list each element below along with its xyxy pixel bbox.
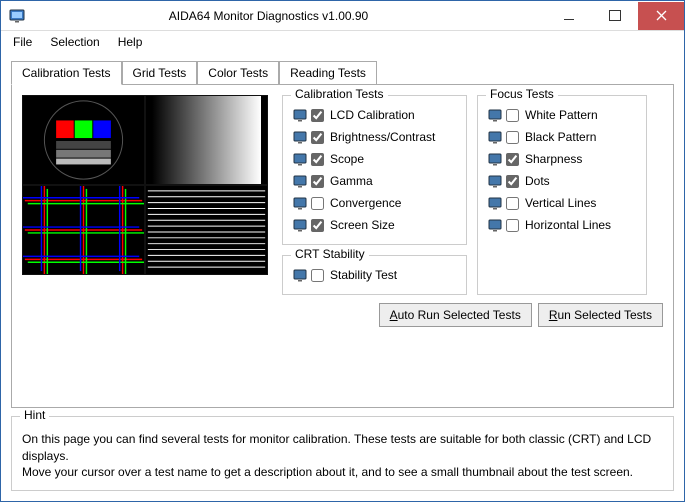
test-sharpness: Sharpness xyxy=(488,148,636,170)
test-scope: Scope xyxy=(293,148,456,170)
monitor-icon xyxy=(293,269,307,282)
group-label: Focus Tests xyxy=(486,87,558,101)
menu-help[interactable]: Help xyxy=(110,33,151,51)
group-label: Calibration Tests xyxy=(291,87,388,101)
checkbox-white-pattern[interactable] xyxy=(506,109,519,122)
monitor-icon xyxy=(293,219,307,232)
app-window: AIDA64 Monitor Diagnostics v1.00.90 File… xyxy=(0,0,685,502)
monitor-icon xyxy=(488,175,502,188)
test-vertical-lines: Vertical Lines xyxy=(488,192,636,214)
test-convergence: Convergence xyxy=(293,192,456,214)
monitor-icon xyxy=(293,153,307,166)
label-stability: Stability Test xyxy=(330,268,397,282)
test-screen-size: Screen Size xyxy=(293,214,456,236)
label-convergence: Convergence xyxy=(330,196,401,210)
monitor-icon xyxy=(488,219,502,232)
checkbox-vertical-lines[interactable] xyxy=(506,197,519,210)
close-button[interactable] xyxy=(638,2,684,30)
tab-grid[interactable]: Grid Tests xyxy=(122,61,198,84)
test-dots: Dots xyxy=(488,170,636,192)
checkbox-convergence[interactable] xyxy=(311,197,324,210)
checkbox-black-pattern[interactable] xyxy=(506,131,519,144)
window-controls xyxy=(546,2,684,30)
checkbox-screen-size[interactable] xyxy=(311,219,324,232)
checkbox-dots[interactable] xyxy=(506,175,519,188)
tab-pane-calibration: Calibration Tests LCD Calibration Bright… xyxy=(11,84,674,408)
thumb-lines xyxy=(145,185,268,275)
label-lcd-calibration: LCD Calibration xyxy=(330,108,415,122)
hint-line2: Move your cursor over a test name to get… xyxy=(22,464,663,480)
group-crt-stability: CRT Stability Stability Test xyxy=(282,255,467,295)
thumb-convergence xyxy=(22,185,145,275)
minimize-button[interactable] xyxy=(546,2,592,30)
preview-thumbnails xyxy=(22,95,268,275)
monitor-icon xyxy=(488,197,502,210)
hint-text: On this page you can find several tests … xyxy=(22,431,663,480)
group-calibration-tests: Calibration Tests LCD Calibration Bright… xyxy=(282,95,467,245)
checkbox-horizontal-lines[interactable] xyxy=(506,219,519,232)
label-horizontal-lines: Horizontal Lines xyxy=(525,218,611,232)
monitor-icon xyxy=(488,131,502,144)
label-screen-size: Screen Size xyxy=(330,218,395,232)
test-lcd-calibration: LCD Calibration xyxy=(293,104,456,126)
auto-run-button[interactable]: Auto Run Selected Tests xyxy=(379,303,532,327)
maximize-button[interactable] xyxy=(592,2,638,30)
tab-calibration[interactable]: Calibration Tests xyxy=(11,61,122,85)
label-sharpness: Sharpness xyxy=(525,152,582,166)
test-brightness-contrast: Brightness/Contrast xyxy=(293,126,456,148)
run-button[interactable]: Run Selected Tests xyxy=(538,303,663,327)
group-focus-tests: Focus Tests White Pattern Black Pattern xyxy=(477,95,647,295)
checkbox-scope[interactable] xyxy=(311,153,324,166)
button-row: Auto Run Selected Tests Run Selected Tes… xyxy=(22,303,663,327)
monitor-icon xyxy=(293,197,307,210)
test-horizontal-lines: Horizontal Lines xyxy=(488,214,636,236)
monitor-icon xyxy=(293,131,307,144)
checkbox-lcd-calibration[interactable] xyxy=(311,109,324,122)
window-title: AIDA64 Monitor Diagnostics v1.00.90 xyxy=(31,9,546,23)
group-label: CRT Stability xyxy=(291,247,369,261)
menu-selection[interactable]: Selection xyxy=(42,33,107,51)
client-area: Calibration Tests Grid Tests Color Tests… xyxy=(1,53,684,501)
monitor-icon xyxy=(293,109,307,122)
tab-color[interactable]: Color Tests xyxy=(197,61,279,84)
titlebar: AIDA64 Monitor Diagnostics v1.00.90 xyxy=(1,1,684,31)
label-white-pattern: White Pattern xyxy=(525,108,598,122)
checkbox-sharpness[interactable] xyxy=(506,153,519,166)
hint-heading: Hint xyxy=(20,408,49,422)
label-vertical-lines: Vertical Lines xyxy=(525,196,596,210)
monitor-icon xyxy=(293,175,307,188)
test-gamma: Gamma xyxy=(293,170,456,192)
tab-strip: Calibration Tests Grid Tests Color Tests… xyxy=(11,61,674,84)
app-icon xyxy=(9,8,25,24)
monitor-icon xyxy=(488,109,502,122)
label-brightness-contrast: Brightness/Contrast xyxy=(330,130,435,144)
hint-line1: On this page you can find several tests … xyxy=(22,431,663,463)
thumb-calibration xyxy=(22,95,145,185)
test-stability: Stability Test xyxy=(293,264,456,286)
label-scope: Scope xyxy=(330,152,364,166)
checkbox-brightness-contrast[interactable] xyxy=(311,131,324,144)
thumb-brightness xyxy=(145,95,268,185)
checkbox-gamma[interactable] xyxy=(311,175,324,188)
test-black-pattern: Black Pattern xyxy=(488,126,636,148)
monitor-icon xyxy=(488,153,502,166)
label-black-pattern: Black Pattern xyxy=(525,130,596,144)
hint-box: Hint On this page you can find several t… xyxy=(11,416,674,491)
label-gamma: Gamma xyxy=(330,174,373,188)
label-dots: Dots xyxy=(525,174,550,188)
menu-file[interactable]: File xyxy=(5,33,40,51)
test-white-pattern: White Pattern xyxy=(488,104,636,126)
tab-reading[interactable]: Reading Tests xyxy=(279,61,377,84)
menubar: File Selection Help xyxy=(1,31,684,53)
checkbox-stability[interactable] xyxy=(311,269,324,282)
